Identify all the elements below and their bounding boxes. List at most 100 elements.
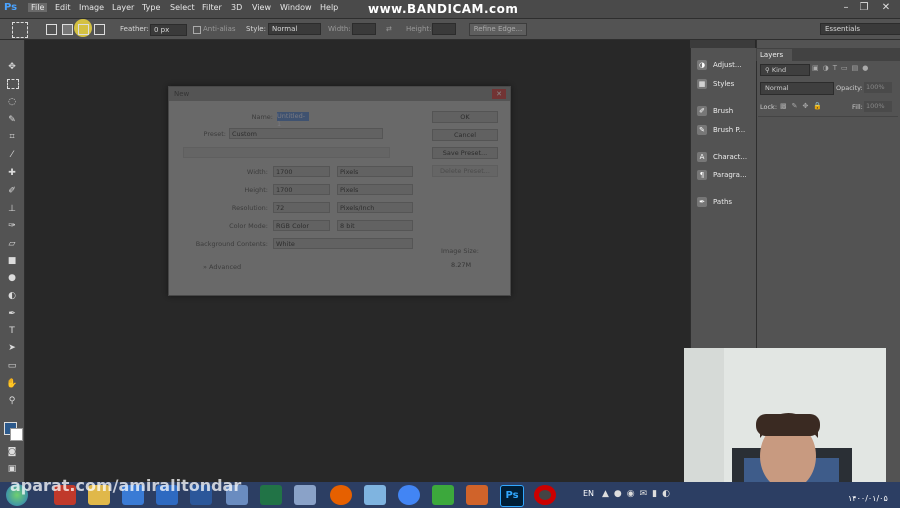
antialias-checkbox[interactable] [193, 26, 201, 34]
notepad-icon[interactable] [364, 485, 386, 505]
menu-select[interactable]: Select [170, 3, 195, 12]
menu-edit[interactable]: Edit [55, 3, 71, 12]
paths-panel-button[interactable]: ✒ Paths [697, 195, 753, 209]
blur-tool-icon[interactable]: ● [5, 272, 19, 284]
healing-brush-icon[interactable]: ✚ [5, 167, 19, 179]
menu-filter[interactable]: Filter [202, 3, 222, 12]
opacity-input[interactable]: 100% [864, 82, 892, 93]
menu-view[interactable]: View [252, 3, 271, 12]
lock-icons[interactable]: ▩✎✥🔒 [780, 102, 827, 110]
resolution-input[interactable]: 72 [273, 202, 330, 213]
path-selection-icon[interactable]: ➤ [5, 342, 19, 354]
marquee-tool-icon[interactable] [7, 79, 19, 89]
menu-3d[interactable]: 3D [231, 3, 242, 12]
background-color-swatch[interactable] [10, 428, 23, 441]
screen-mode-icon[interactable]: ▣ [5, 463, 19, 475]
fill-input[interactable]: 100% [864, 101, 892, 112]
menu-layer[interactable]: Layer [112, 3, 134, 12]
snipping-tool-icon[interactable] [432, 485, 454, 505]
new-selection-icon[interactable] [46, 24, 57, 35]
menu-type[interactable]: Type [142, 3, 160, 12]
history-brush-icon[interactable]: ✑ [5, 220, 19, 232]
feather-input[interactable]: 0 px [150, 24, 187, 36]
zoom-tool-icon[interactable]: ⚲ [5, 395, 19, 407]
adjustments-panel-button[interactable]: ◑ Adjust... [697, 58, 753, 72]
hand-tool-icon[interactable]: ✋ [5, 378, 19, 390]
photoshop-logo: Ps [4, 2, 18, 13]
menu-window[interactable]: Window [280, 3, 312, 12]
calculator-icon[interactable] [294, 485, 316, 505]
menu-image[interactable]: Image [79, 3, 104, 12]
add-selection-icon[interactable] [62, 24, 73, 35]
quick-selection-icon[interactable]: ✎ [5, 114, 19, 126]
menu-file[interactable]: File [28, 3, 48, 12]
dialog-close-icon[interactable]: ✕ [492, 89, 506, 99]
restore-icon[interactable]: ❐ [854, 1, 874, 15]
workspace-select[interactable]: Essentials [820, 23, 900, 35]
character-icon: A [697, 152, 707, 162]
subtract-selection-icon[interactable] [78, 24, 89, 35]
type-tool-icon[interactable]: T [5, 325, 19, 337]
crop-tool-icon[interactable]: ⌗ [5, 131, 19, 143]
photoshop-taskbar-icon[interactable]: Ps [500, 485, 524, 507]
blend-mode-select[interactable]: Normal [760, 82, 834, 95]
height-unit-select[interactable]: Pixels [337, 184, 413, 195]
intersect-selection-icon[interactable] [94, 24, 105, 35]
eraser-icon[interactable]: ▱ [5, 238, 19, 250]
layer-filter-icons[interactable]: ▣◑T▭▤● [812, 64, 896, 75]
color-mode-select[interactable]: RGB Color [273, 220, 330, 231]
excel-icon[interactable] [260, 485, 282, 505]
styles-panel-button[interactable]: ▦ Styles [697, 77, 753, 91]
delete-preset-button[interactable]: Delete Preset... [432, 165, 498, 177]
color-depth-select[interactable]: 8 bit [337, 220, 413, 231]
height-unit: Pixels [340, 186, 359, 194]
clock[interactable]: ۱۴۰۰/۰۱/۰۵ [848, 494, 888, 503]
width-input[interactable]: 1700 [273, 166, 330, 177]
marquee-tool-preset-icon[interactable] [12, 22, 28, 38]
name-input[interactable]: Untitled-1 [277, 112, 309, 128]
brush-panel-button[interactable]: ✐ Brush [697, 104, 753, 118]
refine-edge-button[interactable]: Refine Edge... [469, 23, 527, 36]
width-label: Width: [246, 168, 268, 176]
lasso-tool-icon[interactable]: ◌ [5, 96, 19, 108]
shape-tool-icon[interactable]: ▭ [5, 360, 19, 372]
bandicam-taskbar-icon[interactable] [534, 485, 556, 505]
ok-button[interactable]: OK [432, 111, 498, 123]
height-label: Height: [244, 186, 268, 194]
gradient-icon[interactable]: ■ [5, 255, 19, 267]
character-panel-button[interactable]: A Charact... [697, 150, 753, 164]
panel-dock-header[interactable] [690, 40, 755, 48]
background-select[interactable]: White [273, 238, 413, 249]
quick-mask-icon[interactable]: ◙ [5, 446, 19, 458]
dodge-tool-icon[interactable]: ◐ [5, 290, 19, 302]
preset-select[interactable]: Custom [229, 128, 383, 139]
width-input[interactable] [352, 23, 376, 35]
layer-filter-kind-select[interactable]: ⚲ Kind [760, 64, 810, 76]
width-unit-select[interactable]: Pixels [337, 166, 413, 177]
layers-tab[interactable]: Layers [757, 49, 792, 61]
advanced-toggle[interactable]: » Advanced [203, 263, 241, 271]
clone-stamp-icon[interactable]: ⊥ [5, 203, 19, 215]
brush-presets-panel-button[interactable]: ✎ Brush P... [697, 123, 753, 137]
pen-tool-icon[interactable]: ✒ [5, 308, 19, 320]
height-input[interactable] [432, 23, 456, 35]
paragraph-panel-button[interactable]: ¶ Paragra... [697, 168, 753, 182]
close-icon[interactable]: ✕ [876, 1, 896, 15]
style-select[interactable]: Normal [268, 23, 321, 35]
resolution-unit-select[interactable]: Pixels/Inch [337, 202, 413, 213]
minimize-icon[interactable]: – [836, 1, 856, 15]
save-preset-button[interactable]: Save Preset... [432, 147, 498, 159]
swap-icon[interactable]: ⇄ [386, 25, 392, 33]
chrome-icon[interactable] [398, 485, 420, 505]
menu-help[interactable]: Help [320, 3, 338, 12]
move-tool-icon[interactable]: ✥ [5, 61, 19, 73]
eyedropper-icon[interactable]: ⁄ [5, 149, 19, 161]
tray-icons[interactable]: ▲●◉✉▮◐ [602, 489, 675, 499]
image-size-value: 8.27M [451, 261, 472, 269]
brush-tool-icon[interactable]: ✐ [5, 185, 19, 197]
firefox-icon[interactable] [330, 485, 352, 505]
language-indicator[interactable]: EN [583, 489, 594, 498]
powerpoint-icon[interactable] [466, 485, 488, 505]
cancel-button[interactable]: Cancel [432, 129, 498, 141]
height-input[interactable]: 1700 [273, 184, 330, 195]
